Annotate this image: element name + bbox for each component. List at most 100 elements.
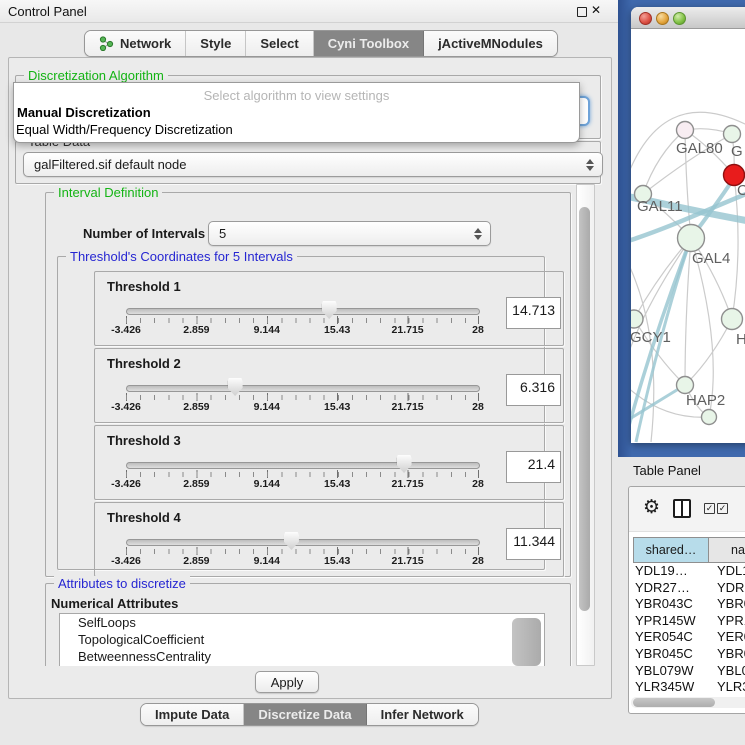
cell-name[interactable]: YDL1 xyxy=(709,563,745,580)
tick-label: 21.715 xyxy=(392,555,424,567)
gear-icon[interactable]: ⚙ xyxy=(643,496,660,519)
threshold-label: Threshold 3 xyxy=(107,433,181,448)
cell-shared-name[interactable]: YLR345W xyxy=(629,679,709,695)
threshold-value-field[interactable]: 6.316 xyxy=(506,374,561,406)
network-view[interactable]: GAL80GCGAL11GAL4GCY1HHAP2 xyxy=(631,28,745,443)
number-of-intervals-combobox[interactable]: 5 xyxy=(208,221,491,246)
tick-label: 2.859 xyxy=(183,478,209,490)
checkbox-icon[interactable]: ✓ xyxy=(704,503,715,514)
apply-button[interactable]: Apply xyxy=(255,671,319,693)
tab-style[interactable]: Style xyxy=(186,31,246,56)
interval-definition-box: Interval Definition Number of Intervals … xyxy=(45,192,571,577)
cell-shared-name[interactable]: YDR27… xyxy=(629,580,709,597)
table-row[interactable]: YDR27…YDR2 xyxy=(629,580,745,597)
cell-shared-name[interactable]: YDL19… xyxy=(629,563,709,580)
network-node[interactable] xyxy=(724,126,741,143)
threshold-value-field[interactable]: 14.713 xyxy=(506,297,561,329)
table-row[interactable]: YER054CYER0 xyxy=(629,629,745,646)
threshold-2-panel: Threshold 2 -3.4262.8599.14415.4321.7152… xyxy=(94,348,564,423)
list-item[interactable]: BetweennessCentrality xyxy=(60,648,544,665)
column-header-shared-name[interactable]: shared… xyxy=(633,537,709,563)
tab-select[interactable]: Select xyxy=(246,31,313,56)
table-row[interactable]: YBR045CYBR0 xyxy=(629,646,745,663)
threshold-value-field[interactable]: 11.344 xyxy=(506,528,561,560)
cell-shared-name[interactable]: YBR043C xyxy=(629,596,709,613)
column-header-name[interactable]: na xyxy=(708,537,745,563)
tab-cyni-toolbox[interactable]: Cyni Toolbox xyxy=(314,31,424,56)
table-row[interactable]: YPR145WYPR1 xyxy=(629,613,745,630)
table-row[interactable]: YBL079WYBL0 xyxy=(629,663,745,680)
table-panel-window: ⚙ ✓ ✓ shared… na YDL19…YDL1YDR27…YDR2YBR… xyxy=(628,486,745,714)
close-icon[interactable]: ✕ xyxy=(591,3,601,17)
tick-label: -3.426 xyxy=(111,324,141,336)
cell-name[interactable]: YER0 xyxy=(709,629,745,646)
table-hscrollbar-thumb[interactable] xyxy=(633,698,715,707)
slider-tick-labels: -3.4262.8599.14415.4321.71528 xyxy=(126,401,478,415)
apply-label: Apply xyxy=(271,675,304,690)
network-window[interactable]: GAL80GCGAL11GAL4GCY1HHAP2 xyxy=(631,7,745,443)
network-node[interactable] xyxy=(678,225,705,252)
settings-scrollbar[interactable] xyxy=(576,184,595,666)
checkbox-icon[interactable]: ✓ xyxy=(717,503,728,514)
table-row[interactable]: YDL19…YDL1 xyxy=(629,563,745,580)
cell-name[interactable]: YPR1 xyxy=(709,613,745,630)
threshold-label: Threshold 4 xyxy=(107,510,181,525)
algorithm-option-manual[interactable]: Manual Discretization xyxy=(17,105,151,120)
cell-name[interactable]: YBR0 xyxy=(709,596,745,613)
network-node[interactable] xyxy=(677,377,694,394)
tab-network[interactable]: Network xyxy=(85,31,186,56)
tab-label: Style xyxy=(200,36,231,51)
tab-label: Select xyxy=(260,36,298,51)
tab-jactivemnodules[interactable]: jActiveMNodules xyxy=(424,31,557,56)
network-window-titlebar[interactable] xyxy=(631,7,745,29)
interval-definition-title: Interval Definition xyxy=(54,185,162,200)
algorithm-option-equal-width[interactable]: Equal Width/Frequency Discretization xyxy=(16,122,233,137)
tab-discretize-data[interactable]: Discretize Data xyxy=(244,704,366,725)
float-window-icon[interactable] xyxy=(577,7,587,17)
table-toolbar: ⚙ ✓ ✓ xyxy=(629,487,745,532)
list-item[interactable]: TopologicalCoefficient xyxy=(60,631,544,648)
numerical-attributes-label: Numerical Attributes xyxy=(51,596,178,611)
number-of-intervals-label: Number of Intervals xyxy=(83,226,205,241)
cell-shared-name[interactable]: YBR045C xyxy=(629,646,709,663)
table-data-combobox[interactable]: galFiltered.sif default node xyxy=(23,152,603,177)
thresholds-title: Threshold's Coordinates for 5 Intervals xyxy=(66,249,297,264)
slider-track[interactable] xyxy=(126,462,480,469)
network-node[interactable] xyxy=(677,122,694,139)
cell-shared-name[interactable]: YBL079W xyxy=(629,663,709,680)
threshold-1-panel: Threshold 1 -3.4262.8599.14415.4321.7152… xyxy=(94,271,564,346)
cell-name[interactable]: YBL0 xyxy=(709,663,745,680)
tab-impute-data[interactable]: Impute Data xyxy=(141,704,244,725)
settings-scrollbar-thumb[interactable] xyxy=(579,207,590,611)
slider-track[interactable] xyxy=(126,308,480,315)
cell-name[interactable]: YDR2 xyxy=(709,580,745,597)
list-scrollbar[interactable] xyxy=(512,618,541,666)
slider-track[interactable] xyxy=(126,539,480,546)
close-traffic-light-icon[interactable] xyxy=(639,12,652,25)
slider-track[interactable] xyxy=(126,385,480,392)
threshold-value-field[interactable]: 21.4 xyxy=(506,451,561,483)
numerical-attributes-list[interactable]: SelfLoops TopologicalCoefficient Between… xyxy=(59,613,545,666)
table-data-value: galFiltered.sif default node xyxy=(34,157,186,172)
list-item[interactable]: SelfLoops xyxy=(60,614,544,631)
tick-label: 15.43 xyxy=(324,478,350,490)
tick-label: 9.144 xyxy=(254,401,280,413)
table-hscrollbar[interactable] xyxy=(631,697,745,708)
table-row[interactable]: YLR345WYLR3 xyxy=(629,679,745,695)
cell-shared-name[interactable]: YER054C xyxy=(629,629,709,646)
cell-shared-name[interactable]: YPR145W xyxy=(629,613,709,630)
cell-name[interactable]: YLR3 xyxy=(709,679,745,695)
cell-name[interactable]: YBR0 xyxy=(709,646,745,663)
control-panel-tabs: Network Style Select Cyni Toolbox jActiv… xyxy=(84,30,558,57)
network-node[interactable] xyxy=(631,310,643,328)
network-node[interactable] xyxy=(702,410,717,425)
tab-infer-network[interactable]: Infer Network xyxy=(367,704,478,725)
network-node[interactable] xyxy=(722,309,743,330)
threshold-label: Threshold 1 xyxy=(107,279,181,294)
combo-arrows-icon xyxy=(474,228,482,240)
table-row[interactable]: YBR043CYBR0 xyxy=(629,596,745,613)
minimize-traffic-light-icon[interactable] xyxy=(656,12,669,25)
zoom-traffic-light-icon[interactable] xyxy=(673,12,686,25)
network-node-label: GAL80 xyxy=(676,140,723,157)
columns-icon[interactable] xyxy=(673,499,691,518)
